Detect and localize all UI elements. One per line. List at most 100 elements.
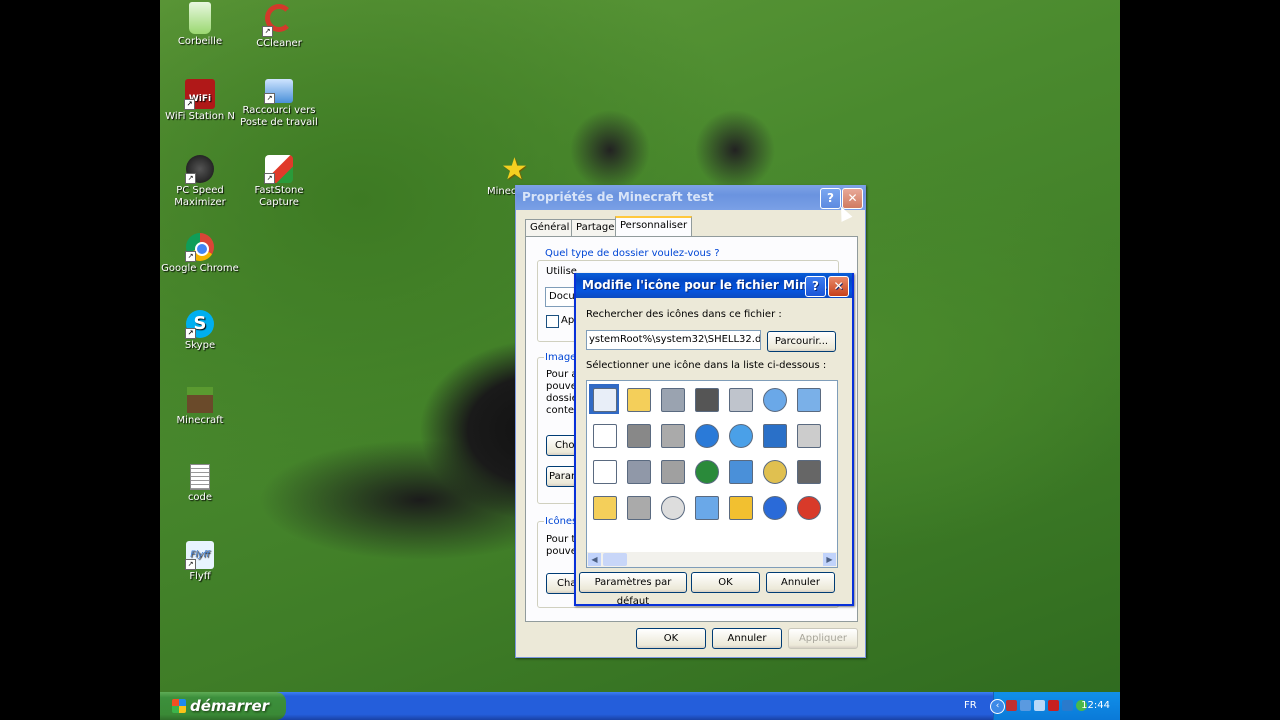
printer-icon[interactable] xyxy=(725,384,755,414)
power-icon[interactable] xyxy=(793,492,823,522)
help-icon[interactable] xyxy=(759,492,789,522)
drive-icon-glyph xyxy=(661,388,685,412)
apply-checkbox[interactable] xyxy=(546,315,559,328)
mouse-globe-icon[interactable] xyxy=(691,456,721,486)
desktop-icon-pc-speed[interactable]: ↗ PC Speed Maximizer xyxy=(160,155,240,209)
chip-icon[interactable] xyxy=(691,384,721,414)
desktop-icon-flyff[interactable]: Flyff ↗ Flyff xyxy=(160,541,240,583)
folder-open-icon[interactable] xyxy=(623,384,653,414)
network-icon[interactable] xyxy=(725,456,755,486)
browse-button[interactable]: Parcourir... xyxy=(767,331,836,352)
star-icon: ★ xyxy=(501,152,528,187)
computers-icon[interactable] xyxy=(691,492,721,522)
drive-icon[interactable] xyxy=(657,384,687,414)
properties-titlebar[interactable]: Propriétés de Minecraft test ? ✕ xyxy=(516,185,865,210)
icons-text-2: pouve xyxy=(546,546,577,557)
language-indicator[interactable]: FR xyxy=(964,692,977,720)
window-blank-icon[interactable] xyxy=(589,456,619,486)
icon-file-path-input[interactable]: ystemRoot%\system32\SHELL32.dll xyxy=(586,330,761,350)
desktop-icon-my-computer-shortcut[interactable]: ↗ Raccourci vers Poste de travail xyxy=(239,79,319,129)
clock[interactable]: 12:44 xyxy=(1081,692,1110,720)
clock-icon[interactable] xyxy=(759,384,789,414)
folder-icon-glyph xyxy=(593,496,617,520)
desktop-icon-ccleaner[interactable]: ↗ CCleaner xyxy=(239,2,319,50)
desktop-icon-wifi-station[interactable]: ↗ WiFi WiFi Station N xyxy=(160,79,240,123)
images-text-4: conte xyxy=(546,405,575,416)
window-icon-glyph xyxy=(797,388,821,412)
desktop-icon-chrome[interactable]: ↗ Google Chrome xyxy=(160,233,240,275)
icon-list[interactable]: ◀ ▶ xyxy=(586,380,838,568)
icon-cancel-button[interactable]: Annuler xyxy=(766,572,835,593)
drive-x-icon[interactable] xyxy=(657,456,687,486)
help-button[interactable]: ? xyxy=(805,276,826,297)
recycle-bin-icon xyxy=(189,2,211,34)
floppy-icon-glyph xyxy=(627,460,651,484)
restore-defaults-button[interactable]: Paramètres par défaut xyxy=(579,572,687,607)
drive-stack-icon[interactable] xyxy=(657,420,687,450)
network-drive-icon-glyph xyxy=(627,424,651,448)
security-icon[interactable] xyxy=(1062,700,1073,711)
network-drive-icon[interactable] xyxy=(623,420,653,450)
blank-window-icon[interactable] xyxy=(589,384,619,414)
images-text-1: Pour a xyxy=(546,369,578,380)
change-icon-titlebar[interactable]: Modifie l'icône pour le fichier Minec...… xyxy=(576,273,852,298)
tab-general[interactable]: Général xyxy=(525,219,575,236)
network-shortcut-icon: ↗ xyxy=(264,79,293,104)
icon-label: Skype xyxy=(184,340,216,351)
icon-label: Minec xyxy=(487,186,517,197)
speaker-icon[interactable] xyxy=(1034,700,1045,711)
desktop-icon-faststone[interactable]: ↗ FastStone Capture xyxy=(239,155,319,209)
disk-icon[interactable] xyxy=(623,492,653,522)
magnifier-icon[interactable] xyxy=(759,456,789,486)
desktop-icon-minecraft[interactable]: Minecraft xyxy=(160,387,240,427)
help-icon-glyph xyxy=(763,496,787,520)
drive-x-icon-glyph xyxy=(661,460,685,484)
desktop-icon-code[interactable]: code xyxy=(160,464,240,504)
terminal-icon[interactable] xyxy=(793,456,823,486)
icon-ok-button[interactable]: OK xyxy=(691,572,760,593)
monitor-globe-icon[interactable] xyxy=(725,420,755,450)
help-button[interactable]: ? xyxy=(820,188,841,209)
properties-cancel-button[interactable]: Annuler xyxy=(712,628,782,649)
cd-icon-glyph xyxy=(661,496,685,520)
cd-icon[interactable] xyxy=(657,492,687,522)
wifi-tray-icon[interactable] xyxy=(1048,700,1059,711)
group-folder-type-label: Quel type de dossier voulez-vous ? xyxy=(544,248,721,259)
wifi-station-icon: ↗ WiFi xyxy=(184,79,215,110)
window-icon[interactable] xyxy=(793,384,823,414)
start-button[interactable]: démarrer xyxy=(160,692,286,720)
shortcut-icon[interactable] xyxy=(793,420,823,450)
printer-icon-glyph xyxy=(729,388,753,412)
monitor-globe-icon-glyph xyxy=(729,424,753,448)
icon-label: Raccourci vers Poste de travail xyxy=(240,105,318,128)
icon-label: Google Chrome xyxy=(161,263,239,274)
network-icon[interactable] xyxy=(1020,700,1031,711)
use-label: Utilise xyxy=(546,266,577,277)
network-icon-glyph xyxy=(729,460,753,484)
document-icon[interactable] xyxy=(589,420,619,450)
horizontal-scrollbar[interactable]: ◀ ▶ xyxy=(587,552,837,567)
scroll-right-icon[interactable]: ▶ xyxy=(823,553,836,566)
mouse-globe-icon-glyph xyxy=(695,460,719,484)
icon-label: Corbeille xyxy=(177,36,223,47)
drive-stack-icon-glyph xyxy=(661,424,685,448)
icon-label: FastStone Capture xyxy=(254,185,304,208)
close-button[interactable]: ✕ xyxy=(828,276,849,297)
show-hidden-icons-icon[interactable]: ‹ xyxy=(990,699,1005,714)
desktop-icon-skype[interactable]: S ↗ Skype xyxy=(160,310,240,352)
globe-icon[interactable] xyxy=(691,420,721,450)
tab-sharing[interactable]: Partage xyxy=(571,219,620,236)
icon-label: Minecraft xyxy=(176,415,224,426)
tab-customize[interactable]: Personnaliser xyxy=(615,216,693,238)
check-icon[interactable] xyxy=(759,420,789,450)
scroll-thumb[interactable] xyxy=(603,553,627,566)
scroll-left-icon[interactable]: ◀ xyxy=(588,553,601,566)
desktop-icon-recycle-bin[interactable]: Corbeille xyxy=(160,2,240,48)
calendar-icon[interactable] xyxy=(725,492,755,522)
properties-ok-button[interactable]: OK xyxy=(636,628,706,649)
tray-app-icon[interactable] xyxy=(1006,700,1017,711)
icon-label: Flyff xyxy=(189,571,211,582)
power-icon-glyph xyxy=(797,496,821,520)
folder-icon[interactable] xyxy=(589,492,619,522)
floppy-icon[interactable] xyxy=(623,456,653,486)
